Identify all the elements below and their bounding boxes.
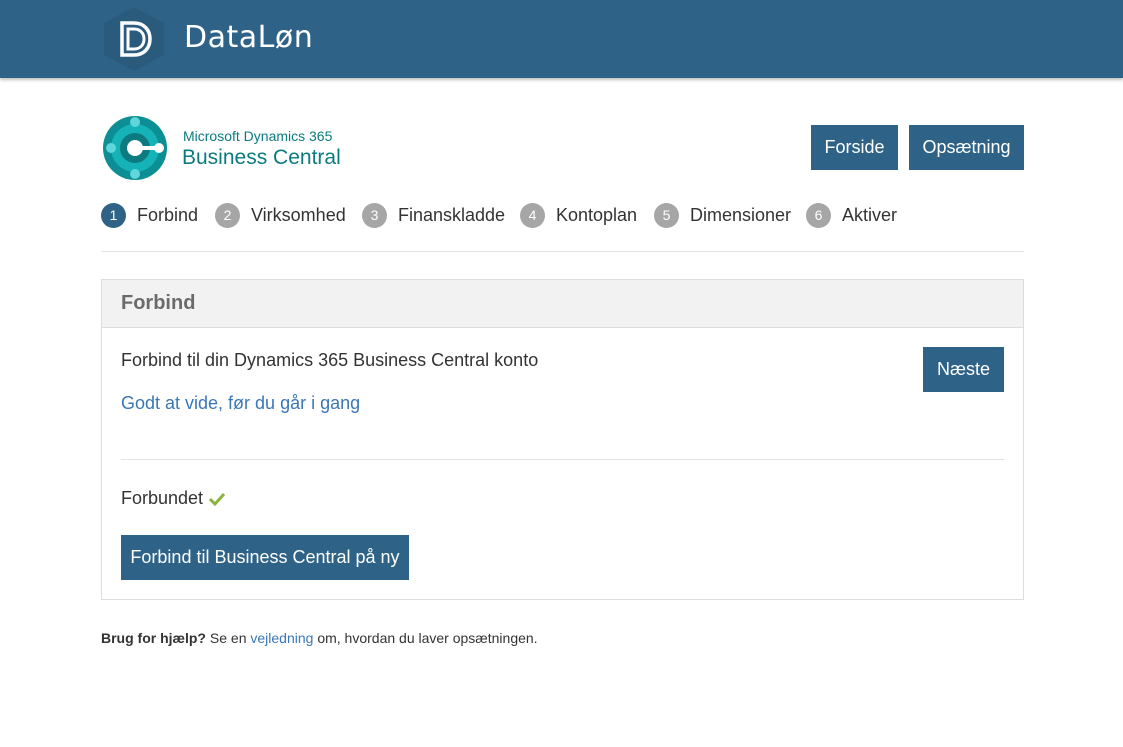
step-label: Kontoplan: [556, 204, 638, 225]
next-button[interactable]: Næste: [923, 347, 1004, 392]
step-label: Dimensioner: [690, 204, 792, 225]
step-kontoplan[interactable]: 4 Kontoplan: [520, 202, 637, 228]
panel-intro-text: Forbind til din Dynamics 365 Business Ce…: [121, 350, 539, 370]
step-virksomhed[interactable]: 2 Virksomhed: [215, 202, 346, 228]
product-line2: Business Central: [182, 146, 341, 169]
top-bar: DataLøn: [0, 0, 1123, 78]
product-line1: Microsoft Dynamics 365: [183, 128, 333, 144]
step-number: 4: [520, 202, 545, 228]
step-label: Virksomhed: [251, 204, 346, 225]
home-button[interactable]: Forside: [811, 125, 898, 170]
status-text: Forbundet: [121, 488, 204, 508]
step-label: Forbind: [137, 204, 199, 225]
help-pre: Se en: [206, 630, 251, 646]
reconnect-button[interactable]: Forbind til Business Central på ny: [121, 535, 409, 580]
panel-title: Forbind: [121, 292, 196, 314]
step-dimensioner[interactable]: 5 Dimensioner: [654, 202, 791, 228]
dataloen-d-icon[interactable]: [101, 6, 167, 72]
info-link[interactable]: Godt at vide, før du går i gang: [121, 393, 360, 414]
step-number: 3: [362, 202, 387, 228]
section-divider: [101, 251, 1024, 252]
help-post: om, hvordan du laver opsætningen.: [313, 630, 538, 646]
step-label: Aktiver: [842, 204, 898, 225]
step-number: 6: [806, 202, 831, 228]
connection-status: Forbundet: [121, 488, 226, 509]
panel-header: Forbind: [102, 280, 1023, 328]
step-label: Finanskladde: [398, 204, 506, 225]
business-central-icon: [103, 116, 167, 180]
brand-name[interactable]: DataLøn: [184, 20, 313, 55]
step-number: 2: [215, 202, 240, 228]
panel-divider: [121, 459, 1004, 460]
guide-link[interactable]: vejledning: [250, 630, 313, 646]
step-number: 5: [654, 202, 679, 228]
help-text: Brug for hjælp? Se en vejledning om, hvo…: [101, 630, 538, 646]
connect-panel: Forbind Forbind til din Dynamics 365 Bus…: [101, 279, 1024, 600]
step-aktiver[interactable]: 6 Aktiver: [806, 202, 897, 228]
step-number: 1: [101, 202, 126, 228]
help-bold: Brug for hjælp?: [101, 630, 206, 646]
checkmark-icon: [209, 492, 226, 506]
step-forbind[interactable]: 1 Forbind: [101, 202, 198, 228]
step-finanskladde[interactable]: 3 Finanskladde: [362, 202, 505, 228]
setup-button[interactable]: Opsætning: [909, 125, 1024, 170]
